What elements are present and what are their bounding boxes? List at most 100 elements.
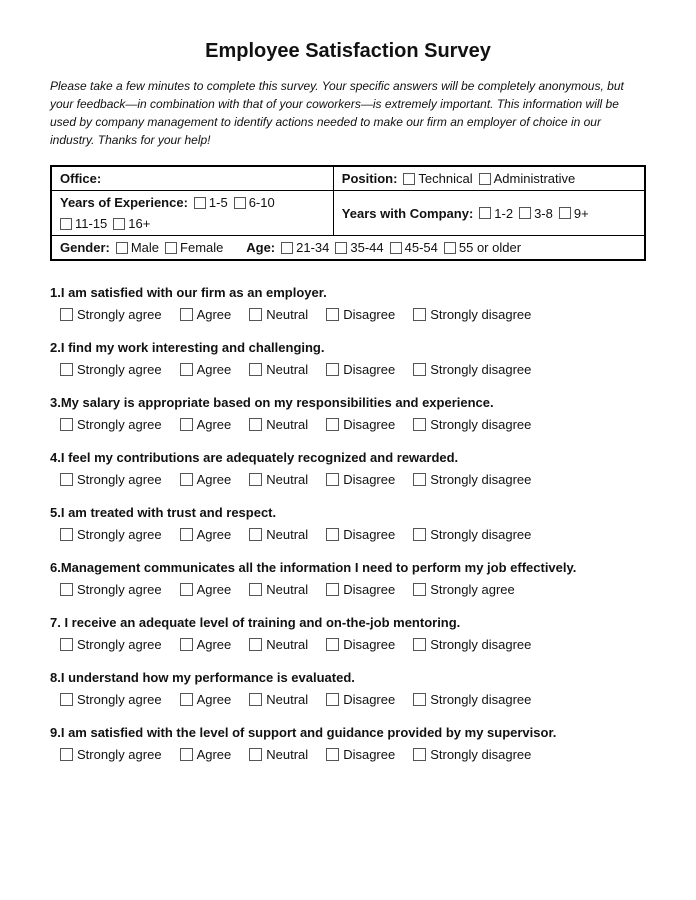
checkbox-q9-o2[interactable] bbox=[180, 748, 193, 761]
checkbox-q1-o4[interactable] bbox=[326, 308, 339, 321]
checkbox-administrative[interactable] bbox=[479, 173, 491, 185]
age-45-54[interactable]: 45-54 bbox=[390, 240, 438, 255]
option-3-2[interactable]: Agree bbox=[180, 417, 232, 432]
exp-1-5[interactable]: 1-5 bbox=[194, 195, 228, 210]
option-6-3[interactable]: Neutral bbox=[249, 582, 308, 597]
option-7-5[interactable]: Strongly disagree bbox=[413, 637, 531, 652]
position-administrative[interactable]: Administrative bbox=[479, 171, 576, 186]
checkbox-q4-o2[interactable] bbox=[180, 473, 193, 486]
option-3-3[interactable]: Neutral bbox=[249, 417, 308, 432]
option-2-1[interactable]: Strongly agree bbox=[60, 362, 162, 377]
checkbox-q1-o1[interactable] bbox=[60, 308, 73, 321]
checkbox-q3-o4[interactable] bbox=[326, 418, 339, 431]
checkbox-q6-o1[interactable] bbox=[60, 583, 73, 596]
option-9-3[interactable]: Neutral bbox=[249, 747, 308, 762]
option-7-3[interactable]: Neutral bbox=[249, 637, 308, 652]
checkbox-q4-o5[interactable] bbox=[413, 473, 426, 486]
checkbox-q3-o3[interactable] bbox=[249, 418, 262, 431]
option-8-1[interactable]: Strongly agree bbox=[60, 692, 162, 707]
option-1-1[interactable]: Strongly agree bbox=[60, 307, 162, 322]
checkbox-q3-o5[interactable] bbox=[413, 418, 426, 431]
checkbox-q6-o3[interactable] bbox=[249, 583, 262, 596]
age-21-34[interactable]: 21-34 bbox=[281, 240, 329, 255]
company-3-8[interactable]: 3-8 bbox=[519, 206, 553, 221]
checkbox-q4-o1[interactable] bbox=[60, 473, 73, 486]
checkbox-q6-o2[interactable] bbox=[180, 583, 193, 596]
gender-female[interactable]: Female bbox=[165, 240, 223, 255]
option-3-5[interactable]: Strongly disagree bbox=[413, 417, 531, 432]
option-3-1[interactable]: Strongly agree bbox=[60, 417, 162, 432]
checkbox-q8-o3[interactable] bbox=[249, 693, 262, 706]
checkbox-q2-o5[interactable] bbox=[413, 363, 426, 376]
company-1-2[interactable]: 1-2 bbox=[479, 206, 513, 221]
option-4-1[interactable]: Strongly agree bbox=[60, 472, 162, 487]
position-technical[interactable]: Technical bbox=[403, 171, 472, 186]
checkbox-q3-o2[interactable] bbox=[180, 418, 193, 431]
option-4-4[interactable]: Disagree bbox=[326, 472, 395, 487]
option-7-4[interactable]: Disagree bbox=[326, 637, 395, 652]
option-2-4[interactable]: Disagree bbox=[326, 362, 395, 377]
exp-6-10[interactable]: 6-10 bbox=[234, 195, 275, 210]
option-4-3[interactable]: Neutral bbox=[249, 472, 308, 487]
age-35-44[interactable]: 35-44 bbox=[335, 240, 383, 255]
option-9-2[interactable]: Agree bbox=[180, 747, 232, 762]
option-9-5[interactable]: Strongly disagree bbox=[413, 747, 531, 762]
checkbox-q5-o5[interactable] bbox=[413, 528, 426, 541]
option-8-2[interactable]: Agree bbox=[180, 692, 232, 707]
option-6-1[interactable]: Strongly agree bbox=[60, 582, 162, 597]
checkbox-q1-o5[interactable] bbox=[413, 308, 426, 321]
option-9-4[interactable]: Disagree bbox=[326, 747, 395, 762]
checkbox-q3-o1[interactable] bbox=[60, 418, 73, 431]
option-1-3[interactable]: Neutral bbox=[249, 307, 308, 322]
checkbox-q7-o4[interactable] bbox=[326, 638, 339, 651]
checkbox-q8-o2[interactable] bbox=[180, 693, 193, 706]
option-6-4[interactable]: Disagree bbox=[326, 582, 395, 597]
option-8-5[interactable]: Strongly disagree bbox=[413, 692, 531, 707]
option-5-2[interactable]: Agree bbox=[180, 527, 232, 542]
checkbox-q9-o1[interactable] bbox=[60, 748, 73, 761]
checkbox-q4-o4[interactable] bbox=[326, 473, 339, 486]
option-9-1[interactable]: Strongly agree bbox=[60, 747, 162, 762]
option-2-5[interactable]: Strongly disagree bbox=[413, 362, 531, 377]
checkbox-q9-o3[interactable] bbox=[249, 748, 262, 761]
checkbox-q8-o4[interactable] bbox=[326, 693, 339, 706]
option-2-2[interactable]: Agree bbox=[180, 362, 232, 377]
option-4-2[interactable]: Agree bbox=[180, 472, 232, 487]
option-5-5[interactable]: Strongly disagree bbox=[413, 527, 531, 542]
option-8-4[interactable]: Disagree bbox=[326, 692, 395, 707]
option-2-3[interactable]: Neutral bbox=[249, 362, 308, 377]
option-6-2[interactable]: Agree bbox=[180, 582, 232, 597]
option-7-1[interactable]: Strongly agree bbox=[60, 637, 162, 652]
exp-16plus[interactable]: 16+ bbox=[113, 216, 150, 231]
checkbox-q2-o1[interactable] bbox=[60, 363, 73, 376]
checkbox-q2-o4[interactable] bbox=[326, 363, 339, 376]
checkbox-q9-o4[interactable] bbox=[326, 748, 339, 761]
option-5-4[interactable]: Disagree bbox=[326, 527, 395, 542]
company-9plus[interactable]: 9+ bbox=[559, 206, 589, 221]
checkbox-q1-o3[interactable] bbox=[249, 308, 262, 321]
gender-male[interactable]: Male bbox=[116, 240, 159, 255]
option-5-3[interactable]: Neutral bbox=[249, 527, 308, 542]
exp-11-15[interactable]: 11-15 bbox=[60, 216, 107, 231]
age-55-older[interactable]: 55 or older bbox=[444, 240, 521, 255]
checkbox-q7-o1[interactable] bbox=[60, 638, 73, 651]
checkbox-q6-o5[interactable] bbox=[413, 583, 426, 596]
option-6-5[interactable]: Strongly agree bbox=[413, 582, 515, 597]
option-4-5[interactable]: Strongly disagree bbox=[413, 472, 531, 487]
checkbox-q8-o5[interactable] bbox=[413, 693, 426, 706]
checkbox-q2-o3[interactable] bbox=[249, 363, 262, 376]
option-3-4[interactable]: Disagree bbox=[326, 417, 395, 432]
option-1-5[interactable]: Strongly disagree bbox=[413, 307, 531, 322]
option-1-2[interactable]: Agree bbox=[180, 307, 232, 322]
option-7-2[interactable]: Agree bbox=[180, 637, 232, 652]
checkbox-q5-o3[interactable] bbox=[249, 528, 262, 541]
checkbox-q7-o5[interactable] bbox=[413, 638, 426, 651]
checkbox-q4-o3[interactable] bbox=[249, 473, 262, 486]
checkbox-technical[interactable] bbox=[403, 173, 415, 185]
checkbox-q9-o5[interactable] bbox=[413, 748, 426, 761]
option-5-1[interactable]: Strongly agree bbox=[60, 527, 162, 542]
option-8-3[interactable]: Neutral bbox=[249, 692, 308, 707]
checkbox-q5-o1[interactable] bbox=[60, 528, 73, 541]
checkbox-q7-o2[interactable] bbox=[180, 638, 193, 651]
checkbox-q2-o2[interactable] bbox=[180, 363, 193, 376]
